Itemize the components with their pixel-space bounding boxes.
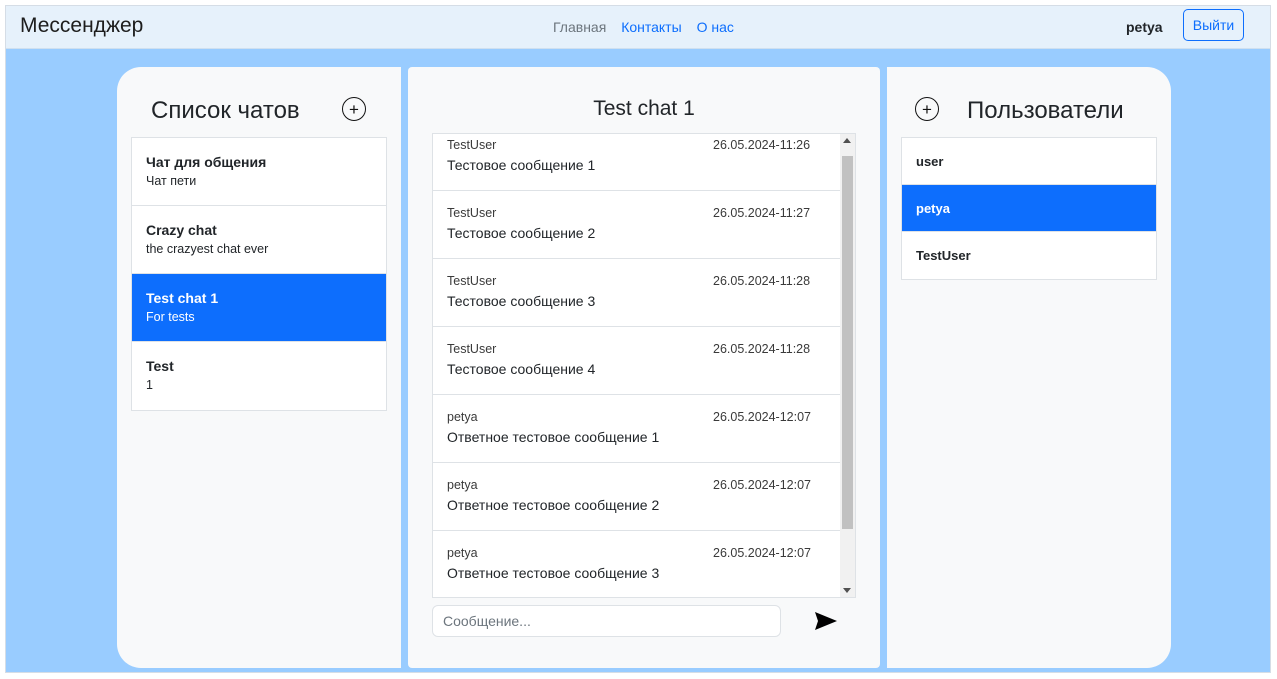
current-username: petya	[1126, 19, 1163, 35]
logout-button[interactable]: Выйти	[1183, 9, 1244, 41]
user-list-item-active[interactable]: petya	[902, 185, 1156, 232]
message-item: petya 26.05.2024-12:07 Ответное тестовое…	[433, 395, 855, 463]
message-time: 26.05.2024-12:07	[713, 410, 812, 424]
message-time: 26.05.2024-12:07	[713, 478, 812, 492]
nav-link-contacts[interactable]: Контакты	[621, 19, 681, 35]
chats-panel: Список чатов + Чат для общения Чат пети …	[117, 67, 401, 668]
message-text: Тестовое сообщение 1	[447, 157, 596, 173]
message-text: Тестовое сообщение 3	[447, 293, 596, 309]
message-text: Ответное тестовое сообщение 2	[447, 497, 660, 513]
brand-title[interactable]: Мессенджер	[20, 14, 143, 38]
chat-description: 1	[146, 378, 153, 392]
message-scrollbar[interactable]	[840, 134, 855, 597]
message-author: petya	[447, 546, 478, 560]
chat-description: For tests	[146, 310, 195, 324]
scroll-up-arrow-icon[interactable]	[843, 138, 851, 143]
nav-link-home[interactable]: Главная	[553, 19, 606, 35]
send-button[interactable]	[814, 611, 840, 637]
user-list-item[interactable]: TestUser	[902, 232, 1156, 279]
message-author: TestUser	[447, 342, 497, 356]
message-input[interactable]	[432, 605, 781, 637]
add-user-button[interactable]: +	[915, 97, 939, 121]
plus-circle-icon: +	[349, 99, 359, 119]
user-name: TestUser	[916, 248, 971, 263]
message-item: TestUser 26.05.2024-11:26 Тестовое сообщ…	[433, 134, 855, 191]
message-text: Тестовое сообщение 2	[447, 225, 596, 241]
add-chat-button[interactable]: +	[342, 97, 366, 121]
message-author: TestUser	[447, 274, 497, 288]
scroll-thumb[interactable]	[842, 156, 853, 529]
chat-name: Чат для общения	[146, 154, 267, 170]
message-item: petya 26.05.2024-12:07 Ответное тестовое…	[433, 531, 855, 597]
chat-description: the crazyest chat ever	[146, 242, 269, 256]
chat-name: Test	[146, 358, 174, 374]
message-author: petya	[447, 410, 478, 424]
users-panel-title: Пользователи	[967, 97, 1124, 124]
chats-panel-title: Список чатов	[151, 97, 300, 124]
user-name: user	[916, 153, 944, 169]
chat-list-item[interactable]: Crazy chat the crazyest chat ever	[132, 206, 386, 274]
chat-list-item-active[interactable]: Test chat 1 For tests	[132, 274, 386, 342]
chat-title: Test chat 1	[593, 97, 695, 120]
app-window: Мессенджер Главная Контакты О нас petya …	[5, 5, 1271, 673]
message-text: Ответное тестовое сообщение 3	[447, 565, 660, 581]
message-author: petya	[447, 478, 478, 492]
navbar: Мессенджер Главная Контакты О нас petya …	[6, 6, 1270, 49]
chat-list-item[interactable]: Test 1	[132, 342, 386, 410]
message-time: 26.05.2024-12:07	[713, 546, 812, 560]
chat-panel: Test chat 1 TestUser 26.05.2024-11:26 Те…	[408, 67, 880, 668]
users-panel: + Пользователи user petya TestUser	[887, 67, 1171, 668]
message-item: TestUser 26.05.2024-11:27 Тестовое сообщ…	[433, 191, 855, 259]
message-time: 26.05.2024-11:26	[713, 138, 811, 152]
message-item: TestUser 26.05.2024-11:28 Тестовое сообщ…	[433, 327, 855, 395]
message-time: 26.05.2024-11:28	[713, 274, 811, 288]
message-text: Тестовое сообщение 4	[447, 361, 596, 377]
nav-link-about[interactable]: О нас	[697, 19, 734, 35]
message-time: 26.05.2024-11:27	[713, 206, 811, 220]
message-time: 26.05.2024-11:28	[713, 342, 811, 356]
user-list-item[interactable]: user	[902, 138, 1156, 185]
chat-description: Чат пети	[146, 174, 197, 188]
chat-list: Чат для общения Чат пети Crazy chat the …	[131, 137, 387, 411]
user-name: petya	[916, 200, 950, 216]
message-text: Ответное тестовое сообщение 1	[447, 429, 660, 445]
message-author: TestUser	[447, 206, 497, 220]
chat-list-item[interactable]: Чат для общения Чат пети	[132, 138, 386, 206]
plus-circle-icon: +	[922, 99, 932, 119]
chat-name: Crazy chat	[146, 222, 217, 238]
message-item: petya 26.05.2024-12:07 Ответное тестовое…	[433, 463, 855, 531]
message-item: TestUser 26.05.2024-11:28 Тестовое сообщ…	[433, 259, 855, 327]
scroll-down-arrow-icon[interactable]	[843, 588, 851, 593]
nav-links: Главная Контакты О нас	[553, 19, 745, 35]
user-list: user petya TestUser	[901, 137, 1157, 280]
message-author: TestUser	[447, 138, 497, 152]
send-icon	[815, 612, 837, 630]
message-list: TestUser 26.05.2024-11:26 Тестовое сообщ…	[432, 133, 856, 598]
chat-name: Test chat 1	[146, 290, 219, 306]
